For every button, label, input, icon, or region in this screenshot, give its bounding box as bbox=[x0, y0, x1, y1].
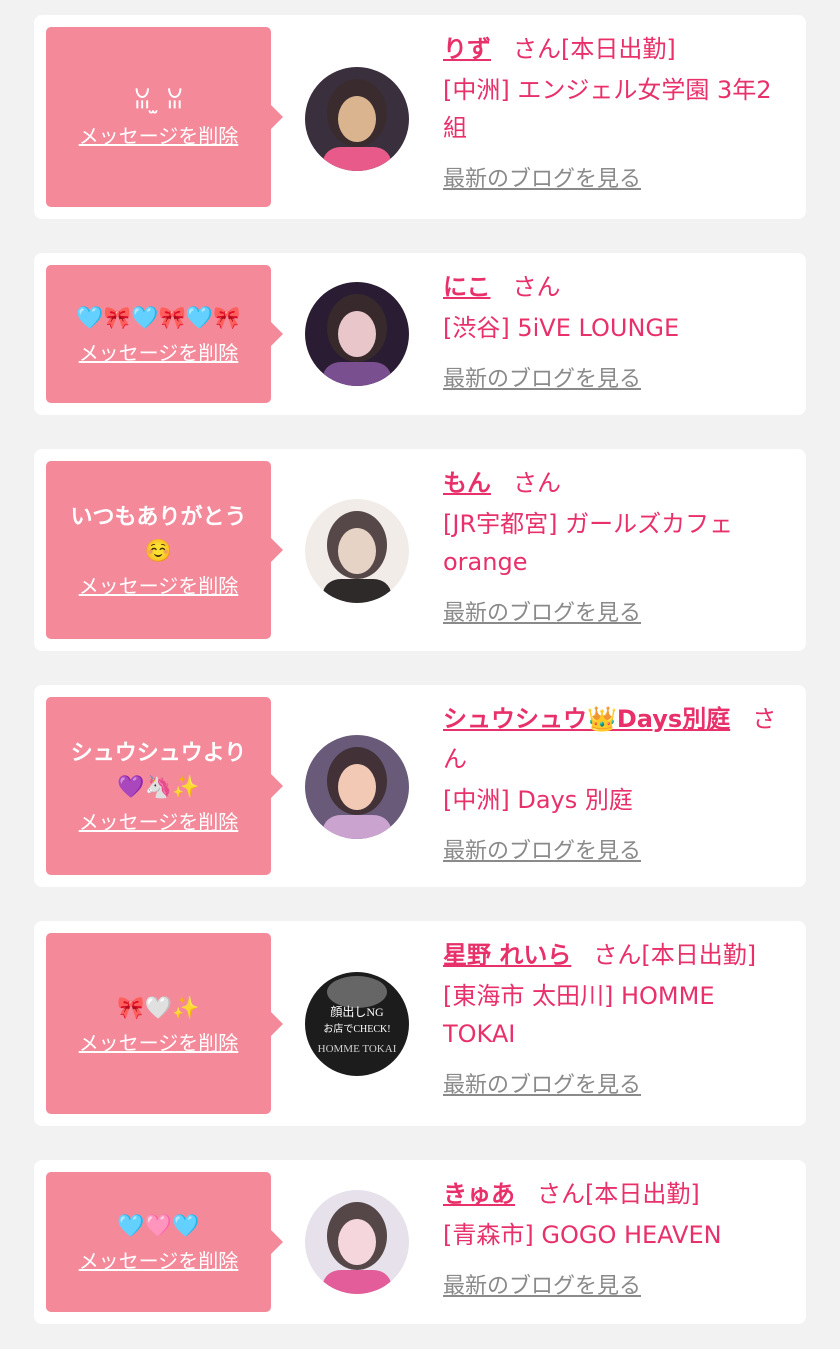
name-suffix: さん bbox=[513, 469, 561, 497]
message-text: 🩵🎀🩵🎀🩵🎀 bbox=[76, 306, 241, 331]
shop-name: [青森市] GOGO HEAVEN bbox=[443, 1221, 722, 1249]
cast-info: シュウシュウ👑Days別庭 さん [中洲] Days 別庭 最新のブログを見る bbox=[443, 699, 793, 865]
name-suffix: さん[本日出勤] bbox=[537, 1180, 700, 1208]
cast-info: りず さん[本日出勤] [中洲] エンジェル女学園 3年2組 最新のブログを見る bbox=[443, 29, 793, 193]
message-card: ꈍ ̫ ꈍ メッセージを削除 りず さん[本日出勤] [中洲] エンジェル女学園 … bbox=[34, 15, 806, 219]
message-bubble: 🎀🤍✨ メッセージを削除 bbox=[46, 933, 283, 1114]
message-card: 🩵🎀🩵🎀🩵🎀 メッセージを削除 にこ さん [渋谷] 5iVE LOUNGE 最新… bbox=[34, 253, 806, 415]
message-text: 🎀🤍✨ bbox=[117, 995, 200, 1021]
name-suffix: さん[本日出勤] bbox=[513, 35, 676, 63]
avatar[interactable]: 顔出しNG お店でCHECK! HOMME TOKAI bbox=[305, 972, 409, 1076]
latest-blog-link[interactable]: 最新のブログを見る bbox=[443, 595, 641, 627]
avatar[interactable] bbox=[305, 735, 409, 839]
message-bubble: ꈍ ̫ ꈍ メッセージを削除 bbox=[46, 27, 283, 207]
message-card: シュウシュウより 💜🦄✨ メッセージを削除 シュウシュウ👑Days別庭 さん [中… bbox=[34, 685, 806, 887]
message-card: 🩵🩷🩵 メッセージを削除 きゅあ さん[本日出勤] [青森市] GOGO HEAV… bbox=[34, 1160, 806, 1324]
name-line: 星野 れいら さん[本日出勤] bbox=[443, 935, 793, 975]
girl-avatar-icon bbox=[305, 282, 409, 386]
message-text: 🩵🩷🩵 bbox=[117, 1214, 200, 1239]
cast-name-link[interactable]: 星野 れいら bbox=[443, 941, 571, 969]
name-suffix: さん bbox=[512, 273, 561, 301]
latest-blog-link[interactable]: 最新のブログを見る bbox=[443, 161, 641, 193]
delete-message-link[interactable]: メッセージを削除 bbox=[79, 123, 239, 149]
message-text: ꈍ ̫ ꈍ bbox=[133, 89, 184, 114]
delete-message-link[interactable]: メッセージを削除 bbox=[79, 573, 239, 599]
message-card: 🎀🤍✨ メッセージを削除 顔出しNG お店でCHECK! HOMME TOKAI… bbox=[34, 921, 806, 1126]
svg-text:顔出しNG: 顔出しNG bbox=[330, 1004, 384, 1019]
cast-name-link[interactable]: きゅあ bbox=[443, 1180, 515, 1208]
shop-banner-icon: 顔出しNG お店でCHECK! HOMME TOKAI bbox=[305, 972, 409, 1076]
girl-avatar-icon bbox=[305, 1190, 409, 1294]
avatar[interactable] bbox=[305, 282, 409, 386]
avatar[interactable] bbox=[305, 67, 409, 171]
name-line: にこ さん bbox=[443, 267, 793, 307]
latest-blog-link[interactable]: 最新のブログを見る bbox=[443, 833, 641, 865]
delete-message-link[interactable]: メッセージを削除 bbox=[79, 809, 239, 835]
delete-message-link[interactable]: メッセージを削除 bbox=[79, 1248, 239, 1274]
latest-blog-link[interactable]: 最新のブログを見る bbox=[443, 1067, 641, 1099]
cast-name-link[interactable]: シュウシュウ👑Days別庭 bbox=[443, 705, 730, 733]
girl-avatar-icon bbox=[305, 735, 409, 839]
message-bubble: いつもありがとう ☺️ メッセージを削除 bbox=[46, 461, 283, 639]
shop-name: [JR宇都宮] ガールズカフェorange bbox=[443, 510, 734, 576]
cast-info: 星野 れいら さん[本日出勤] [東海市 太田川] HOMME TOKAI 最新の… bbox=[443, 935, 793, 1099]
delete-message-link[interactable]: メッセージを削除 bbox=[79, 1030, 239, 1056]
latest-blog-link[interactable]: 最新のブログを見る bbox=[443, 361, 641, 393]
message-bubble: 🩵🎀🩵🎀🩵🎀 メッセージを削除 bbox=[46, 265, 283, 403]
message-text: いつもありがとう ☺️ bbox=[70, 505, 247, 564]
shop-name: [東海市 太田川] HOMME TOKAI bbox=[443, 982, 715, 1048]
girl-avatar-icon bbox=[305, 499, 409, 603]
delete-message-link[interactable]: メッセージを削除 bbox=[79, 340, 239, 366]
message-bubble: 🩵🩷🩵 メッセージを削除 bbox=[46, 1172, 283, 1312]
message-text: シュウシュウより 💜🦄✨ bbox=[70, 741, 247, 800]
cast-name-link[interactable]: にこ bbox=[443, 273, 491, 301]
name-line: きゅあ さん[本日出勤] bbox=[443, 1174, 793, 1214]
shop-name: [中洲] エンジェル女学園 3年2組 bbox=[443, 76, 772, 142]
svg-text:HOMME TOKAI: HOMME TOKAI bbox=[318, 1043, 397, 1055]
shop-name: [中洲] Days 別庭 bbox=[443, 786, 633, 814]
cast-info: にこ さん [渋谷] 5iVE LOUNGE 最新のブログを見る bbox=[443, 267, 793, 393]
name-line: りず さん[本日出勤] bbox=[443, 29, 793, 69]
message-list: ꈍ ̫ ꈍ メッセージを削除 りず さん[本日出勤] [中洲] エンジェル女学園 … bbox=[0, 0, 840, 1349]
message-bubble: シュウシュウより 💜🦄✨ メッセージを削除 bbox=[46, 697, 283, 875]
shop-name: [渋谷] 5iVE LOUNGE bbox=[443, 314, 680, 342]
avatar[interactable] bbox=[305, 1190, 409, 1294]
cast-name-link[interactable]: もん bbox=[443, 469, 491, 497]
name-line: もん さん bbox=[443, 463, 793, 503]
message-card: いつもありがとう ☺️ メッセージを削除 もん さん [JR宇都宮] ガールズカフ… bbox=[34, 449, 806, 651]
cast-info: もん さん [JR宇都宮] ガールズカフェorange 最新のブログを見る bbox=[443, 463, 793, 627]
avatar[interactable] bbox=[305, 499, 409, 603]
name-suffix: さん[本日出勤] bbox=[593, 941, 757, 969]
svg-text:お店でCHECK!: お店でCHECK! bbox=[323, 1022, 390, 1035]
name-line: シュウシュウ👑Days別庭 さん bbox=[443, 699, 793, 779]
girl-avatar-icon bbox=[305, 67, 409, 171]
cast-info: きゅあ さん[本日出勤] [青森市] GOGO HEAVEN 最新のブログを見る bbox=[443, 1174, 793, 1300]
cast-name-link[interactable]: りず bbox=[443, 35, 491, 63]
latest-blog-link[interactable]: 最新のブログを見る bbox=[443, 1268, 641, 1300]
